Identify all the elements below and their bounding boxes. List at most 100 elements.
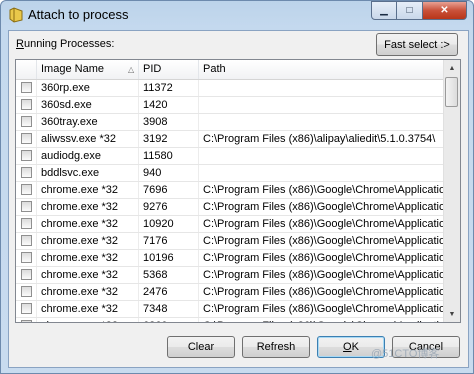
pid-cell: 6260 [139,318,199,322]
path-cell [199,80,444,96]
checkbox-cell [16,80,37,96]
refresh-button[interactable]: Refresh [242,336,310,358]
checkbox-cell [16,318,37,322]
image-name-cell: chrome.exe *32 [37,182,139,198]
minimize-button[interactable]: ▁ [371,1,397,20]
process-row[interactable]: chrome.exe *326260C:\Program Files (x86)… [16,318,444,322]
title-bar[interactable]: Attach to process ▁ □ ✕ [1,1,473,29]
header-pid[interactable]: PID [139,60,199,79]
pid-cell: 11372 [139,80,199,96]
process-checkbox[interactable] [21,99,32,110]
image-name-cell: 360sd.exe [37,97,139,113]
image-name-cell: 360tray.exe [37,114,139,130]
path-cell: C:\Program Files (x86)\Google\Chrome\App… [203,286,444,298]
header-path[interactable]: Path [199,60,444,79]
process-checkbox[interactable] [21,201,32,212]
process-row[interactable]: chrome.exe *32 2476 C:\Program Files (x86)… [16,284,444,301]
process-row[interactable]: 360tray.exe 3908 [16,114,444,131]
pid-cell: 5368 [139,267,199,283]
checkbox-cell [16,284,37,300]
process-checkbox[interactable] [21,82,32,93]
checkbox-cell [16,216,37,232]
attach-dialog: Attach to process ▁ □ ✕ Running Processe… [0,0,474,374]
checkbox-cell [16,233,37,249]
process-checkbox[interactable] [21,218,32,229]
pid-cell: 2476 [139,284,199,300]
image-name-cell: chrome.exe *32 [37,250,139,266]
checkbox-cell [16,114,37,130]
process-checkbox[interactable] [21,133,32,144]
checkbox-cell [16,199,37,215]
pid-cell: 1420 [139,97,199,113]
checkbox-cell [16,148,37,164]
maximize-button[interactable]: □ [397,1,423,20]
process-checkbox[interactable] [21,235,32,246]
path-cell: C:\Program Files (x86)\Google\Chrome\App… [203,235,444,247]
process-checkbox[interactable] [21,303,32,314]
clear-button[interactable]: Clear [167,336,235,358]
process-checkbox[interactable] [21,167,32,178]
checkbox-cell [16,165,37,181]
process-row[interactable]: 360rp.exe 11372 [16,80,444,97]
process-row[interactable]: chrome.exe *32 5368 C:\Program Files (x86)… [16,267,444,284]
path-cell: C:\Program Files (x86)\Google\Chrome\App… [203,218,444,230]
process-row[interactable]: chrome.exe *32 7348 C:\Program Files (x86)… [16,301,444,318]
header-checkbox-column[interactable] [16,60,37,79]
image-name-cell: chrome.exe *32 [37,216,139,232]
process-checkbox[interactable] [21,116,32,127]
fast-select-button[interactable]: Fast select :> [376,33,458,56]
dialog-body: Running Processes: Fast select :> Image … [8,30,469,368]
image-name-cell: chrome.exe *32 [37,284,139,300]
process-checkbox[interactable] [21,252,32,263]
vertical-scrollbar[interactable]: ▲ ▼ [443,60,460,322]
image-name-cell: audiodg.exe [37,148,139,164]
minimize-icon: ▁ [380,5,388,16]
window-title: Attach to process [28,7,129,22]
process-checkbox[interactable] [21,286,32,297]
watermark: @51CTO博客 [371,348,440,360]
checkbox-cell [16,131,37,147]
path-cell: C:\Program Files (x86)\Google\Chrome\App… [203,269,444,281]
process-row[interactable]: chrome.exe *32 7176 C:\Program Files (x86)… [16,233,444,250]
close-button[interactable]: ✕ [423,1,467,20]
image-name-cell: aliwssv.exe *32 [37,131,139,147]
process-checkbox[interactable] [21,150,32,161]
scroll-up-icon[interactable]: ▲ [444,60,460,76]
maximize-icon: □ [406,5,413,16]
process-row[interactable]: aliwssv.exe *32 3192 C:\Program Files (x86… [16,131,444,148]
checkbox-cell [16,97,37,113]
checkbox-cell [16,267,37,283]
process-checkbox[interactable] [21,184,32,195]
image-name-cell: bddlsvc.exe [37,165,139,181]
process-row[interactable]: chrome.exe *32 10196 C:\Program Files (x86… [16,250,444,267]
path-cell: C:\Program Files (x86)\Google\Chrome\App… [203,252,444,264]
pid-cell: 3908 [139,114,199,130]
list-header: Image Name △ PID Path [16,60,444,80]
process-row[interactable]: bddlsvc.exe 940 [16,165,444,182]
scroll-down-icon[interactable]: ▼ [444,306,460,322]
pid-cell: 7348 [139,301,199,317]
path-cell: C:\Program Files (x86)\Google\Chrome\App… [203,201,444,213]
process-checkbox[interactable] [21,320,32,322]
image-name-cell: chrome.exe *32 [37,318,139,322]
pid-cell: 10196 [139,250,199,266]
process-list[interactable]: Image Name △ PID Path 360rp.exe 11372 360s… [15,59,461,323]
checkbox-cell [16,301,37,317]
pid-cell: 940 [139,165,199,181]
process-checkbox[interactable] [21,269,32,280]
image-name-cell: chrome.exe *32 [37,301,139,317]
path-cell: C:\Program Files (x86)\Google\Chrome\App… [203,184,444,196]
scroll-thumb[interactable] [445,77,458,107]
checkbox-cell [16,182,37,198]
process-row[interactable]: chrome.exe *32 9276 C:\Program Files (x86)… [16,199,444,216]
path-cell: C:\Program Files (x86)\alipay\aliedit\5.… [203,133,436,145]
header-image-name[interactable]: Image Name [37,60,139,79]
process-row[interactable]: chrome.exe *32 7696 C:\Program Files (x86)… [16,182,444,199]
pid-cell: 11580 [139,148,199,164]
process-row[interactable]: chrome.exe *32 10920 C:\Program Files (x86… [16,216,444,233]
pid-cell: 10920 [139,216,199,232]
path-cell: C:\Program Files (x86)\Google\Chrome\App… [199,318,444,322]
process-row[interactable]: 360sd.exe 1420 [16,97,444,114]
process-row[interactable]: audiodg.exe 11580 [16,148,444,165]
close-icon: ✕ [440,5,449,16]
